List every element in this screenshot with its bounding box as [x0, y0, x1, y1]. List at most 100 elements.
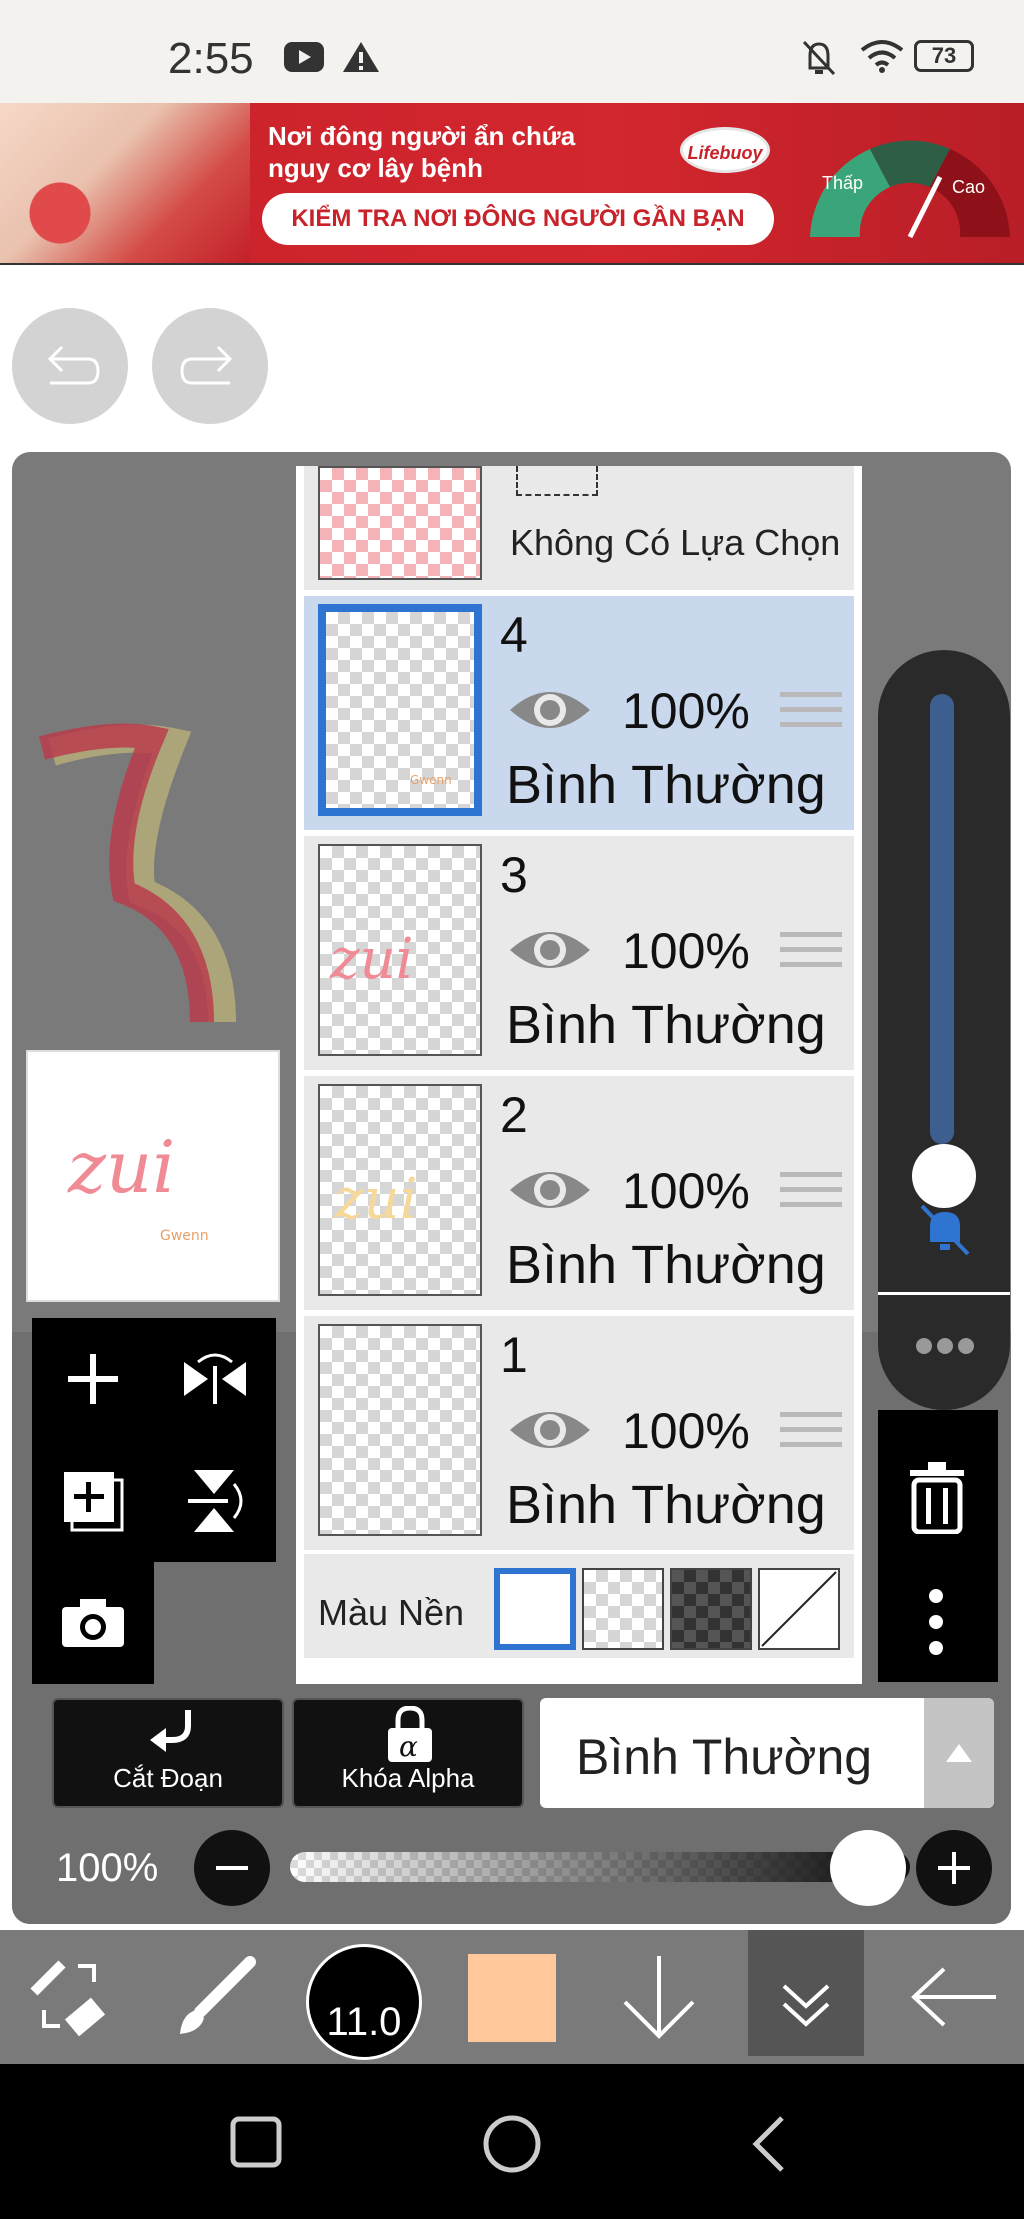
layer-row-4[interactable]: Gwenn 4 100% Bình Thường — [304, 596, 854, 830]
back-arrow-button[interactable] — [900, 1930, 1010, 2064]
bg-transparent-swatch[interactable] — [582, 1568, 664, 1650]
layer-opacity: 100% — [622, 923, 750, 979]
blend-mode-select[interactable]: Bình Thường — [540, 1698, 994, 1808]
recent-apps-icon[interactable] — [230, 2116, 282, 2168]
visibility-eye-icon[interactable] — [508, 1162, 592, 1218]
app-screen: { "status_bar": { "time": "2:55", "batte… — [0, 0, 1024, 2219]
duplicate-layer-icon — [64, 1472, 124, 1532]
layer-row-3[interactable]: zui 3 100% Bình Thường — [304, 836, 854, 1070]
wifi-icon — [860, 40, 904, 73]
plus-icon — [938, 1852, 970, 1884]
status-bar: 2:55 73 — [0, 0, 1024, 103]
more-horizontal-icon[interactable] — [914, 1336, 976, 1356]
layer-blend-mode: Bình Thường — [506, 1475, 826, 1535]
bell-off-icon — [802, 40, 836, 76]
layer-blend-mode: Bình Thường — [506, 995, 826, 1055]
add-layer-button[interactable] — [32, 1318, 154, 1440]
drag-handle-icon[interactable] — [780, 1412, 842, 1457]
bg-white-swatch[interactable] — [494, 1568, 576, 1650]
ad-cta-button[interactable]: KIỂM TRA NƠI ĐÔNG NGƯỜI GẦN BẠN — [262, 193, 774, 245]
opacity-decrease-button[interactable] — [194, 1830, 270, 1906]
arrow-down-icon — [623, 1956, 695, 2039]
status-time: 2:55 — [168, 34, 254, 83]
brush-size-button[interactable]: 11.0 — [306, 1944, 422, 2060]
svg-text:Gwenn: Gwenn — [160, 1228, 209, 1244]
canvas-artwork: zui Gwenn — [67, 1125, 209, 1244]
more-vertical-icon[interactable] — [926, 1586, 946, 1658]
plus-icon — [68, 1354, 118, 1404]
background-color-label: Màu Nền — [318, 1592, 465, 1633]
layer-opacity: 100% — [622, 1163, 750, 1219]
ad-image — [0, 103, 250, 263]
triangle-up-icon — [946, 1744, 972, 1762]
redo-button[interactable] — [152, 308, 268, 424]
ad-gauge-high: Cao — [952, 177, 986, 197]
undo-icon — [47, 345, 100, 385]
ad-divider — [0, 263, 1024, 293]
system-back-icon[interactable] — [748, 2114, 788, 2174]
undo-button[interactable] — [12, 308, 128, 424]
battery-icon: 73 — [914, 40, 974, 72]
opacity-slider-track[interactable] — [290, 1852, 910, 1882]
brush-icon — [180, 1956, 256, 2034]
canvas-stroke — [39, 723, 236, 1023]
lock-icon: α — [388, 1706, 432, 1763]
notification-off-icon[interactable] — [916, 1202, 974, 1258]
visibility-eye-icon[interactable] — [508, 1402, 592, 1458]
layers-list: Không Có Lựa Chọn Gwenn 4 100% Bình Thườ… — [296, 466, 862, 1684]
minus-icon — [216, 1866, 248, 1870]
layers-panel-button[interactable] — [748, 1930, 864, 2056]
brush-tool-button[interactable] — [160, 1930, 270, 2064]
drag-handle-icon[interactable] — [780, 1172, 842, 1217]
trash-icon[interactable] — [908, 1462, 966, 1534]
tool-swap-button[interactable] — [14, 1930, 124, 2064]
svg-text:zui: zui — [67, 1125, 175, 1209]
floating-slider-knob[interactable] — [912, 1144, 976, 1208]
ad-headline-2: nguy cơ lây bệnh — [268, 153, 483, 183]
floating-slider-track[interactable] — [930, 694, 954, 1144]
color-swatch-button[interactable] — [468, 1954, 556, 2042]
opacity-increase-button[interactable] — [916, 1830, 992, 1906]
layer-blend-mode: Bình Thường — [506, 755, 826, 815]
bg-none-swatch[interactable] — [758, 1568, 840, 1650]
layer-thumbnail-art: Gwenn — [410, 773, 452, 787]
visibility-eye-icon[interactable] — [508, 682, 592, 738]
drag-handle-icon[interactable] — [780, 692, 842, 737]
background-color-row: Màu Nền — [304, 1554, 854, 1658]
move-down-button[interactable] — [604, 1930, 714, 2064]
double-chevron-down-icon — [782, 1984, 830, 2027]
visibility-eye-icon[interactable] — [508, 922, 592, 978]
selection-layer[interactable]: Không Có Lựa Chọn — [304, 466, 854, 590]
ad-gauge-low: Thấp — [822, 173, 864, 193]
blend-mode-dropdown-button[interactable] — [924, 1698, 994, 1808]
layer-row-1[interactable]: 1 100% Bình Thường — [304, 1316, 854, 1550]
selection-label: Không Có Lựa Chọn — [510, 522, 841, 563]
layer-thumbnail-art: zui — [333, 1167, 417, 1232]
drag-handle-icon[interactable] — [780, 932, 842, 977]
svg-text:zui: zui — [329, 927, 413, 992]
bg-dark-checker-swatch[interactable] — [670, 1568, 752, 1650]
ad-headline-1: Nơi đông người ẩn chứa — [268, 121, 576, 151]
layer-thumbnail: Gwenn — [318, 604, 482, 816]
flip-horizontal-button[interactable] — [154, 1318, 276, 1440]
opacity-slider-knob[interactable] — [830, 1830, 906, 1906]
layer-row-2[interactable]: zui 2 100% Bình Thường — [304, 1076, 854, 1310]
alpha-lock-label: Khóa Alpha — [341, 1763, 475, 1793]
layer-number: 4 — [500, 607, 528, 663]
camera-button[interactable] — [32, 1562, 154, 1684]
flip-vertical-button[interactable] — [154, 1440, 276, 1562]
duplicate-layer-button[interactable] — [32, 1440, 154, 1562]
canvas-preview[interactable]: zui Gwenn — [26, 1050, 280, 1302]
selection-thumbnail — [318, 466, 482, 580]
layer-number: 2 — [500, 1087, 528, 1143]
layer-thumbnail: zui — [318, 1084, 482, 1296]
layer-opacity: 100% — [622, 683, 750, 739]
layer-thumbnail: zui — [318, 844, 482, 1056]
home-icon[interactable] — [482, 2114, 542, 2174]
popup-divider — [878, 1292, 1010, 1295]
flip-horizontal-icon — [184, 1353, 246, 1404]
ad-banner[interactable]: Nơi đông người ẩn chứa nguy cơ lây bệnh … — [0, 103, 1024, 263]
clipping-button[interactable]: Cắt Đoạn — [52, 1698, 284, 1808]
clipping-label: Cắt Đoạn — [113, 1763, 223, 1793]
alpha-lock-button[interactable]: α Khóa Alpha — [292, 1698, 524, 1808]
